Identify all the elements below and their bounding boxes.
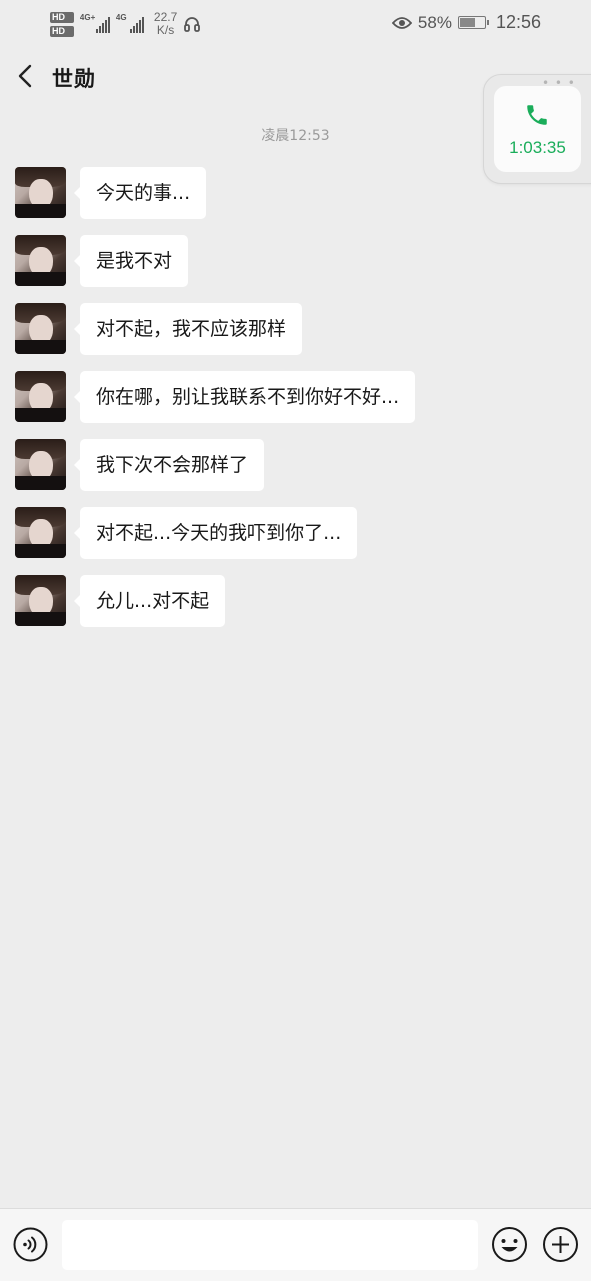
battery-icon bbox=[457, 16, 489, 29]
message-list: 今天的事... 是我不对 对不起，我不应该那样 你在哪，别让我联系不到你好不好.… bbox=[15, 167, 575, 643]
avatar[interactable] bbox=[15, 439, 66, 490]
hd-badge-1: HD 1 bbox=[50, 11, 74, 23]
message-row: 允儿...对不起 bbox=[15, 575, 575, 643]
message-input[interactable] bbox=[62, 1220, 478, 1270]
network-type-1: 4G+ bbox=[79, 13, 96, 22]
message-row: 对不起...今天的我吓到你了... bbox=[15, 507, 575, 575]
more-options-button[interactable] bbox=[542, 1226, 579, 1263]
network-type-2: 4G bbox=[115, 13, 127, 22]
message-bubble[interactable]: 你在哪，别让我联系不到你好不好... bbox=[73, 371, 416, 423]
message-row: 对不起，我不应该那样 bbox=[15, 303, 575, 371]
avatar[interactable] bbox=[15, 167, 66, 218]
battery-percent: 58% bbox=[417, 12, 452, 32]
input-bar bbox=[0, 1208, 591, 1281]
plus-icon bbox=[543, 1227, 578, 1262]
signal-icon-2: 4G bbox=[115, 13, 144, 33]
clock: 12:56 bbox=[495, 12, 541, 32]
emoji-icon bbox=[492, 1227, 527, 1262]
message-bubble[interactable]: 是我不对 bbox=[73, 235, 189, 287]
message-bubble[interactable]: 对不起，我不应该那样 bbox=[73, 303, 303, 355]
network-speed-unit: K/s bbox=[156, 23, 175, 37]
avatar[interactable] bbox=[15, 507, 66, 558]
status-bar: HD 1 HD 2 4G+ 4G 22.7 K/s 58% 12:56 bbox=[0, 0, 591, 48]
message-bubble[interactable]: 对不起...今天的我吓到你了... bbox=[73, 507, 358, 559]
hd-indicators: HD 1 HD 2 bbox=[50, 11, 74, 37]
voice-input-button[interactable] bbox=[13, 1227, 48, 1262]
message-row: 我下次不会那样了 bbox=[15, 439, 575, 507]
back-button[interactable] bbox=[12, 60, 40, 92]
voice-input-icon bbox=[13, 1227, 48, 1262]
hd-badge-2: HD 2 bbox=[50, 25, 74, 37]
headset-icon bbox=[184, 17, 201, 32]
chevron-left-icon bbox=[18, 64, 32, 88]
emoji-button[interactable] bbox=[491, 1226, 528, 1263]
message-row: 今天的事... bbox=[15, 167, 575, 235]
message-row: 你在哪，别让我联系不到你好不好... bbox=[15, 371, 575, 439]
chat-title: 世勋 bbox=[52, 67, 96, 91]
eye-icon bbox=[391, 16, 412, 29]
signal-icon-1: 4G+ bbox=[79, 13, 110, 33]
message-bubble[interactable]: 允儿...对不起 bbox=[73, 575, 226, 627]
avatar[interactable] bbox=[15, 575, 66, 626]
battery-fill bbox=[459, 18, 476, 27]
status-bar-left: HD 1 HD 2 4G+ 4G 22.7 K/s bbox=[50, 8, 201, 40]
message-row: 是我不对 bbox=[15, 235, 575, 303]
avatar[interactable] bbox=[15, 371, 66, 422]
message-bubble[interactable]: 我下次不会那样了 bbox=[73, 439, 265, 491]
status-bar-right: 58% 12:56 bbox=[391, 12, 541, 33]
avatar[interactable] bbox=[15, 303, 66, 354]
network-speed: 22.7 K/s bbox=[154, 11, 177, 37]
message-timestamp: 凌晨12:53 bbox=[261, 128, 330, 144]
message-bubble[interactable]: 今天的事... bbox=[73, 167, 207, 219]
avatar[interactable] bbox=[15, 235, 66, 286]
